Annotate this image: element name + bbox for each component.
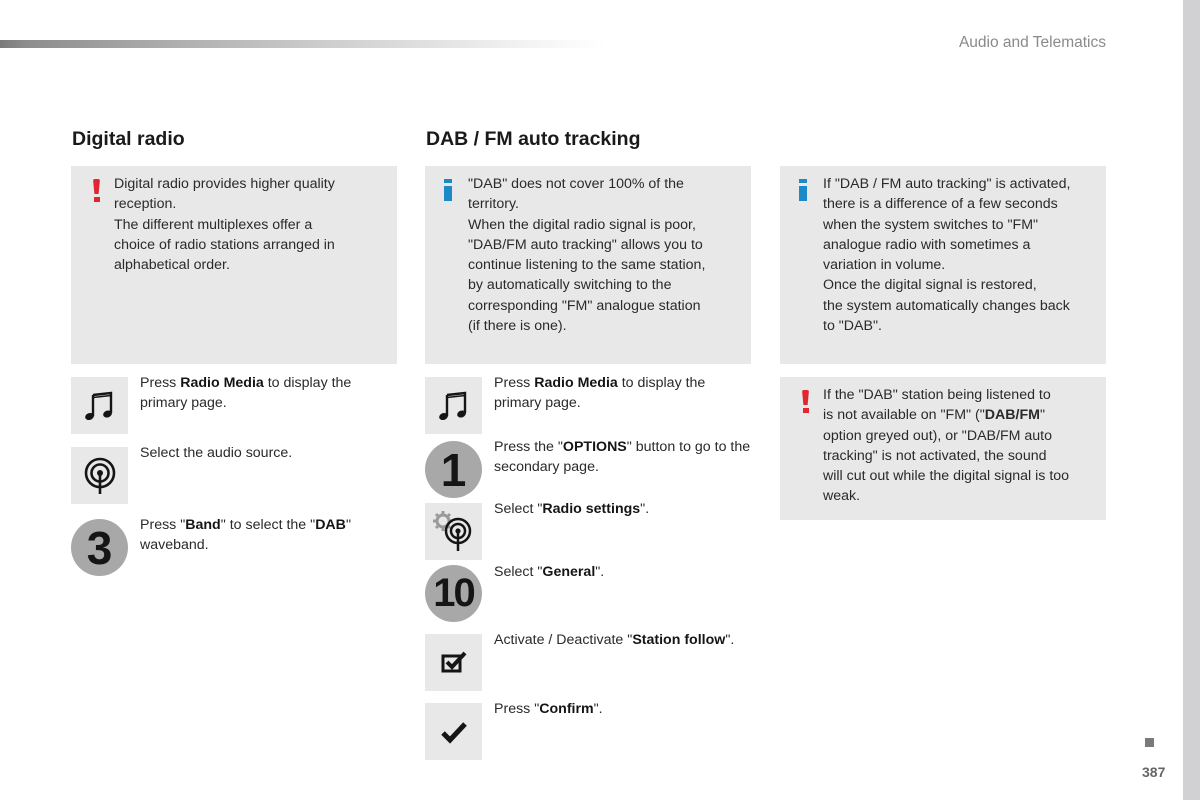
text-run: Select " — [494, 564, 543, 580]
note-line: Digital radio provides higher quality — [114, 176, 335, 192]
emphasis-text: Band — [185, 517, 221, 533]
text-run: Press — [140, 375, 181, 391]
emphasis-text: Radio settings — [542, 501, 641, 517]
text-run: Press the " — [494, 439, 563, 455]
note-line: when the system switches to "FM" — [823, 216, 1039, 233]
note-line: "DAB/FM auto tracking" allows you to — [468, 236, 703, 253]
header-gradient-bar — [0, 40, 605, 48]
note-text: If the "DAB" station being listened to i… — [823, 385, 1069, 507]
text-run: Select " — [494, 501, 543, 517]
exclamation-icon — [799, 390, 811, 414]
step-text: Press the "OPTIONS" button to go to the … — [494, 437, 754, 478]
note-text: Digital radio provides higher quality rec… — [114, 174, 335, 275]
note-line: "DAB" does not cover 100% of the — [468, 176, 684, 192]
text-run: weak. — [823, 488, 861, 505]
note-line: variation in volume. — [823, 257, 946, 274]
text-run: Press " — [494, 701, 540, 717]
text-run: " to select the " — [220, 517, 316, 533]
note-text: "DAB" does not cover 100% of the territor… — [468, 174, 705, 336]
heading-digital-radio: Digital radio — [72, 128, 185, 150]
exclamation-icon — [90, 179, 102, 203]
page-edge-strip — [1183, 0, 1200, 800]
note-line: The different multiplexes offer a — [114, 216, 313, 233]
note-line: (if there is one). — [468, 318, 567, 335]
text-run: ". — [640, 501, 650, 517]
info-note-auto-tracking: If "DAB / FM auto tracking" is activated… — [780, 166, 1106, 364]
page-marker — [1145, 738, 1154, 747]
note-line: there is a difference of a few seconds — [823, 196, 1058, 213]
note-line: corresponding "FM" analogue station — [468, 297, 701, 314]
info-icon — [797, 179, 809, 203]
note-line: reception. — [114, 196, 177, 213]
text-run: Press — [494, 375, 535, 391]
text-run: Select the audio source. — [140, 445, 293, 461]
text-run: option greyed out), or "DAB/FM auto — [823, 427, 1052, 444]
text-run: tracking" is not activated, the sound — [823, 447, 1047, 464]
step-text: Press "Band" to select the "DAB" waveban… — [140, 515, 390, 556]
text-run: Activate / Deactivate " — [494, 632, 633, 648]
note-line: Once the digital signal is restored, — [823, 277, 1037, 294]
text-run: is not available on "FM" (" — [823, 407, 985, 424]
emphasis-text: General — [542, 564, 596, 580]
text-run: Press " — [140, 517, 186, 533]
page-number: 387 — [1142, 764, 1166, 780]
radio-settings-icon — [425, 503, 482, 560]
music-note-icon — [425, 377, 482, 434]
text-run: ". — [595, 564, 605, 580]
note-line: choice of radio stations arranged in — [114, 236, 335, 253]
step-text: Press Radio Media to display the primary… — [494, 373, 754, 414]
step-text: Select "General". — [494, 562, 754, 582]
text-run: ". — [725, 632, 735, 648]
note-line: analogue radio with sometimes a — [823, 236, 1031, 253]
note-line: territory. — [468, 196, 519, 213]
checkmark-icon — [425, 703, 482, 760]
radio-antenna-icon — [71, 447, 128, 504]
warning-note-digital-radio: Digital radio provides higher quality rec… — [71, 166, 397, 364]
step-text: Press "Confirm". — [494, 699, 754, 719]
note-line: to "DAB". — [823, 318, 882, 335]
text-run: " — [1039, 407, 1045, 424]
step-text: Press Radio Media to display the primary… — [140, 373, 390, 414]
number-1-badge: 1 — [425, 441, 482, 498]
emphasis-text: Confirm — [539, 701, 594, 717]
emphasis-text: DAB/FM — [984, 407, 1040, 424]
step-text: Activate / Deactivate "Station follow". — [494, 630, 754, 650]
checkbox-icon — [425, 634, 482, 691]
number-10-badge: 10 — [425, 565, 482, 622]
note-line: the system automatically changes back — [823, 297, 1070, 314]
section-label: Audio and Telematics — [958, 34, 1106, 51]
emphasis-text: Radio Media — [534, 375, 618, 391]
text-run: ". — [593, 701, 603, 717]
text-run: will cut out while the digital signal is… — [823, 468, 1070, 485]
emphasis-text: Radio Media — [180, 375, 264, 391]
number-3-badge: 3 — [71, 519, 128, 576]
text-run: If the "DAB" station being listened to — [823, 387, 1051, 403]
note-line: alphabetical order. — [114, 257, 230, 274]
note-text: If "DAB / FM auto tracking" is activated… — [823, 174, 1070, 336]
note-line: When the digital radio signal is poor, — [468, 216, 696, 233]
emphasis-text: DAB — [315, 517, 346, 533]
info-icon — [442, 179, 454, 203]
note-line: If "DAB / FM auto tracking" is activated… — [823, 176, 1071, 192]
music-note-icon — [71, 377, 128, 434]
warning-note-dab-fm: If the "DAB" station being listened to i… — [780, 377, 1106, 520]
info-note-dab-coverage: "DAB" does not cover 100% of the territor… — [425, 166, 751, 364]
heading-dab-fm-auto-tracking: DAB / FM auto tracking — [426, 128, 641, 150]
step-text: Select "Radio settings". — [494, 499, 754, 519]
emphasis-text: OPTIONS — [562, 439, 627, 455]
step-text: Select the audio source. — [140, 443, 390, 463]
emphasis-text: Station follow — [632, 632, 726, 648]
note-line: by automatically switching to the — [468, 277, 672, 294]
note-line: continue listening to the same station, — [468, 257, 706, 274]
